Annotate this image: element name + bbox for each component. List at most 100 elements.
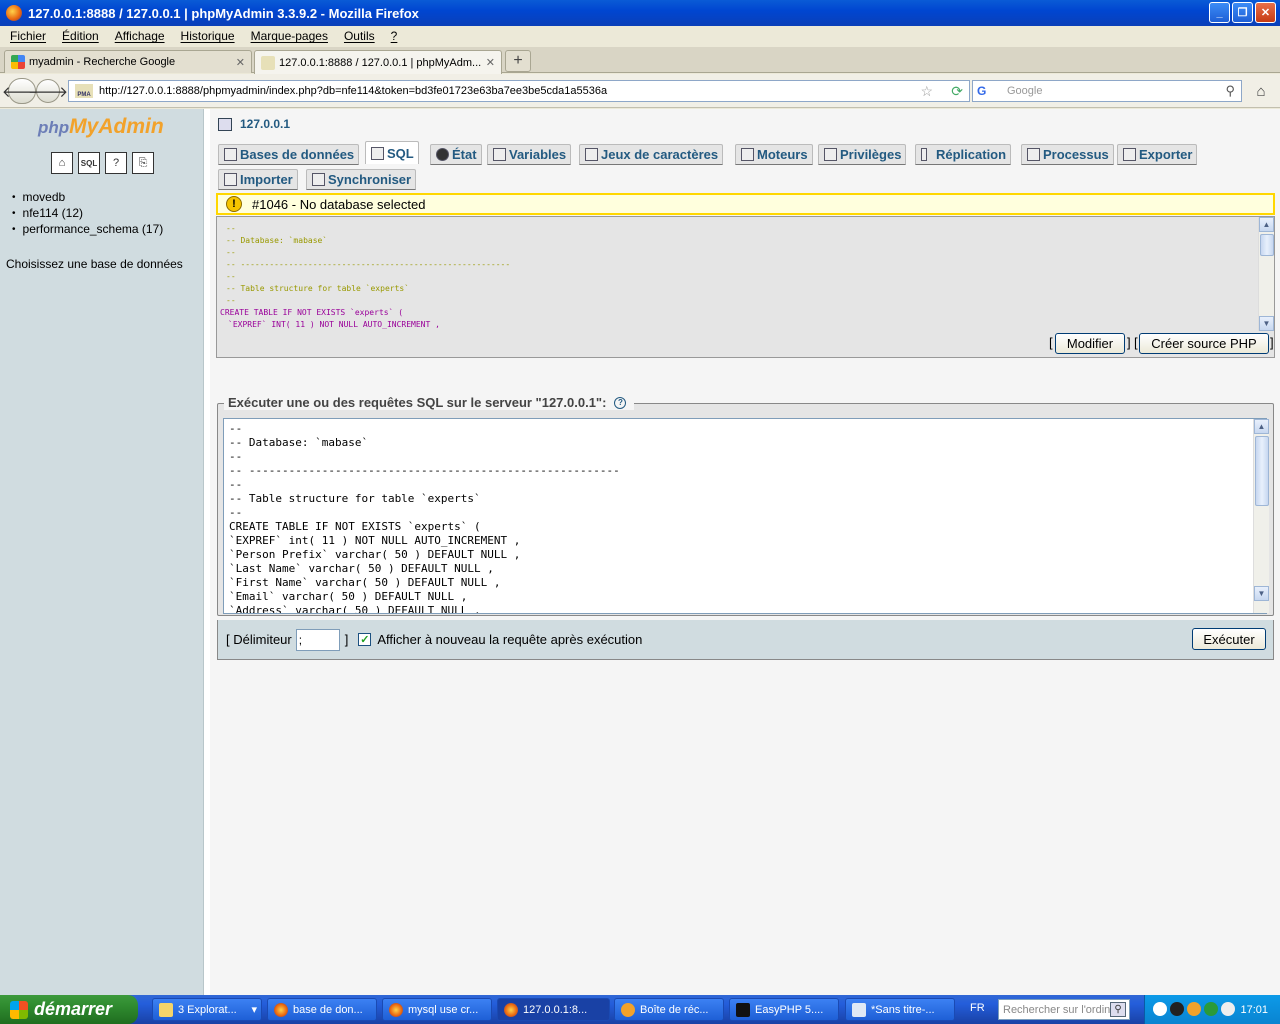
maximize-button[interactable]: ❐: [1232, 2, 1253, 23]
close-button[interactable]: ✕: [1255, 2, 1276, 23]
phpmyadmin-logo[interactable]: phpMyAdmin: [38, 115, 164, 139]
scroll-up-arrow[interactable]: ▲: [1259, 217, 1274, 232]
database-item-performance-schema[interactable]: performance_schema (17): [12, 221, 164, 237]
language-indicator[interactable]: FR: [970, 1002, 985, 1014]
search-icon[interactable]: ⚲: [1110, 1002, 1126, 1017]
tab-moteurs[interactable]: Moteurs: [735, 144, 813, 165]
mail-tray-icon[interactable]: [1187, 1002, 1201, 1016]
sql-preview-scrollbar[interactable]: ▲ ▼: [1258, 217, 1274, 331]
task-easyphp[interactable]: EasyPHP 5....: [729, 998, 839, 1021]
show-query-again-checkbox[interactable]: ✓: [358, 633, 372, 646]
sql-icon: [371, 146, 384, 160]
scroll-down-arrow[interactable]: ▼: [1259, 316, 1274, 331]
volume-tray-icon[interactable]: [1221, 1002, 1235, 1016]
scroll-up-arrow[interactable]: ▲: [1254, 419, 1269, 434]
tab-sql[interactable]: SQL: [365, 141, 419, 164]
menu-fichier[interactable]: Fichier: [10, 29, 46, 43]
menu-bar: Fichier Édition Affichage Historique Mar…: [0, 26, 1280, 46]
tab-variables[interactable]: Variables: [487, 144, 572, 165]
query-scrollbar[interactable]: ▲ ▼: [1253, 419, 1269, 613]
charsets-icon: [585, 148, 598, 161]
tab-importer[interactable]: Importer: [218, 169, 298, 190]
tab-exporter[interactable]: Exporter: [1117, 144, 1198, 165]
easyphp-tray-icon[interactable]: [1170, 1002, 1184, 1016]
browser-tab-label: 127.0.0.1:8888 / 127.0.0.1 | phpMyAdm...: [279, 56, 482, 69]
menu-marque-pages[interactable]: Marque-pages: [251, 29, 328, 43]
server-breadcrumb[interactable]: 127.0.0.1: [218, 117, 290, 131]
show-query-again-label[interactable]: Afficher à nouveau la requête après exéc…: [377, 632, 642, 647]
start-button[interactable]: démarrer: [0, 995, 138, 1024]
new-tab-button[interactable]: +: [505, 50, 531, 72]
url-text[interactable]: http://127.0.0.1:8888/phpmyadmin/index.p…: [99, 85, 607, 97]
network-tray-icon[interactable]: [1204, 1002, 1218, 1016]
minimize-button[interactable]: _: [1209, 2, 1230, 23]
home-icon[interactable]: ⌂: [51, 152, 73, 174]
easyphp-icon: [736, 1002, 750, 1017]
menu-help[interactable]: ?: [391, 29, 398, 43]
task-label: *Sans titre-...: [871, 1003, 935, 1016]
menu-historique[interactable]: Historique: [181, 29, 235, 43]
start-label: démarrer: [34, 999, 113, 1019]
task-paint[interactable]: *Sans titre-...: [845, 998, 955, 1021]
execute-button[interactable]: Exécuter: [1192, 628, 1266, 650]
navigation-bar: 🡐 🡒 PMA http://127.0.0.1:8888/phpmyadmin…: [0, 74, 1280, 108]
sql-query-textarea[interactable]: -- -- Database: `mabase` -- -- ---------…: [223, 418, 1267, 614]
database-item-movedb[interactable]: movedb: [12, 189, 163, 205]
task-firefox-pma[interactable]: 127.0.0.1:8...: [497, 998, 610, 1021]
create-php-source-button[interactable]: Créer source PHP: [1139, 333, 1269, 354]
system-tray: 17:01: [1144, 995, 1280, 1024]
browser-tab-phpmyadmin[interactable]: 127.0.0.1:8888 / 127.0.0.1 | phpMyAdm...…: [254, 50, 502, 74]
tab-label: État: [452, 147, 477, 162]
left-quick-icons: ⌂ SQL ? ⎘: [51, 152, 154, 174]
documentation-icon[interactable]: ?: [105, 152, 127, 174]
forward-button[interactable]: 🡒: [28, 79, 68, 103]
home-icon[interactable]: ⌂: [1250, 81, 1272, 101]
modify-button[interactable]: Modifier: [1055, 333, 1125, 354]
tab-jeux-de-caracteres[interactable]: Jeux de caractères: [579, 144, 724, 165]
google-engine-icon[interactable]: G: [977, 84, 991, 98]
browser-tab-google[interactable]: myadmin - Recherche Google ✕: [4, 50, 252, 73]
reload-icon[interactable]: ⟳: [951, 83, 963, 100]
url-bar[interactable]: PMA http://127.0.0.1:8888/phpmyadmin/ind…: [68, 80, 970, 102]
database-list: movedb nfe114 (12) performance_schema (1…: [12, 189, 164, 237]
sql-query-legend: Exécuter une ou des requêtes SQL sur le …: [224, 395, 635, 410]
bracket: ]: [1127, 335, 1131, 350]
sql-preview-box: -- -- Database: `mabase` -- -- ---------…: [216, 216, 1275, 358]
delimiter-input[interactable]: ;: [295, 628, 340, 651]
desktop-search-input[interactable]: Rechercher sur l'ordin ⚲: [998, 999, 1130, 1020]
task-mail[interactable]: Boîte de réc...: [614, 998, 724, 1021]
scroll-thumb[interactable]: [1260, 234, 1274, 256]
back-arrow-icon[interactable]: [1153, 1002, 1167, 1016]
mysql-docs-icon[interactable]: ⎘: [132, 152, 154, 174]
tab-label: SQL: [387, 145, 414, 161]
menu-outils[interactable]: Outils: [344, 29, 375, 43]
left-navigation-frame: phpMyAdmin ⌂ SQL ? ⎘ movedb nfe114 (12) …: [0, 109, 204, 995]
tab-etat[interactable]: État: [430, 144, 482, 165]
tab-synchroniser[interactable]: Synchroniser: [306, 169, 417, 190]
task-explorer[interactable]: 3 Explorat... ▾: [152, 998, 262, 1021]
help-icon[interactable]: ?: [614, 396, 627, 409]
task-firefox-base[interactable]: base de don...: [267, 998, 377, 1021]
scroll-down-arrow[interactable]: ▼: [1254, 586, 1269, 601]
window-titlebar[interactable]: 127.0.0.1:8888 / 127.0.0.1 | phpMyAdmin …: [0, 0, 1280, 26]
tab-processus[interactable]: Processus: [1021, 144, 1114, 165]
tab-replication[interactable]: Réplication: [915, 144, 1012, 165]
sql-query-icon[interactable]: SQL: [78, 152, 100, 174]
task-firefox-mysql[interactable]: mysql use cr...: [382, 998, 492, 1021]
server-label: 127.0.0.1: [240, 117, 291, 131]
menu-edition[interactable]: Édition: [62, 29, 99, 43]
tab-close-icon[interactable]: ✕: [486, 56, 495, 69]
sql-line: --: [226, 248, 236, 257]
tab-bases-de-donnees[interactable]: Bases de données: [218, 144, 360, 165]
scroll-thumb[interactable]: [1255, 436, 1269, 506]
search-input[interactable]: G Google ⚲: [972, 80, 1242, 102]
menu-affichage[interactable]: Affichage: [115, 29, 165, 43]
tab-privileges[interactable]: Privilèges: [818, 144, 907, 165]
tab-label: Exporter: [1139, 147, 1193, 162]
tab-close-icon[interactable]: ✕: [236, 56, 245, 69]
tab-label: Synchroniser: [328, 172, 412, 187]
search-icon[interactable]: ⚲: [1225, 83, 1235, 99]
bookmark-star-icon[interactable]: ☆: [920, 83, 933, 100]
database-item-nfe114[interactable]: nfe114 (12): [12, 205, 163, 221]
tab-label: Privilèges: [840, 147, 902, 162]
